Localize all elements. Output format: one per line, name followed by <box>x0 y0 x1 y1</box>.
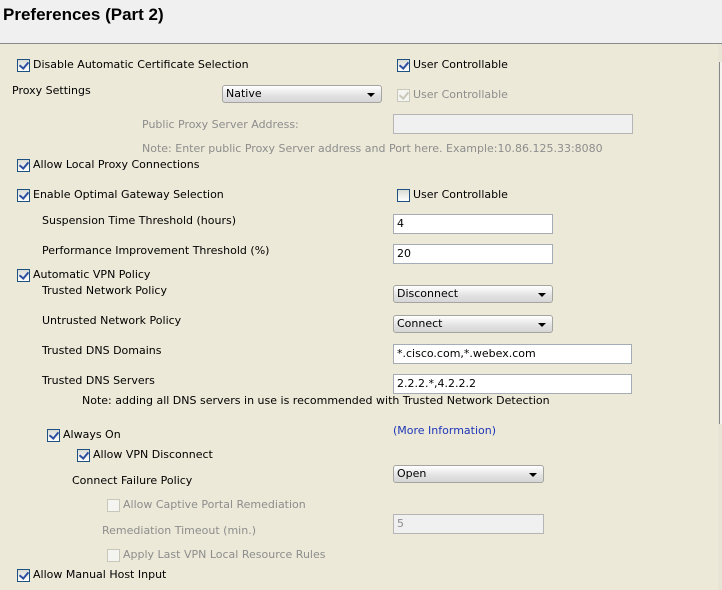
trusted-network-policy-value: Disconnect <box>397 287 459 300</box>
optimal-gateway-user-controllable-label: User Controllable <box>413 188 508 201</box>
connect-failure-policy-label: Connect Failure Policy <box>72 474 193 487</box>
untrusted-network-policy-label: Untrusted Network Policy <box>42 314 182 327</box>
chevron-down-icon <box>538 323 546 327</box>
captive-portal-checkbox[interactable] <box>107 499 120 512</box>
public-proxy-label: Public Proxy Server Address: <box>142 118 299 131</box>
auto-vpn-policy-label: Automatic VPN Policy <box>33 268 151 281</box>
perf-threshold-label: Performance Improvement Threshold (%) <box>42 244 270 257</box>
trusted-dns-servers-input[interactable]: 2.2.2.*,4.2.2.2 <box>393 374 632 394</box>
chevron-down-icon <box>529 473 537 477</box>
trusted-dns-domains-label: Trusted DNS Domains <box>42 344 162 357</box>
suspension-time-label: Suspension Time Threshold (hours) <box>42 214 237 227</box>
apply-last-vpn-checkbox[interactable] <box>107 549 120 562</box>
connect-failure-policy-select[interactable]: Open <box>393 465 544 483</box>
apply-last-vpn-label: Apply Last VPN Local Resource Rules <box>123 548 326 561</box>
dns-note: Note: adding all DNS servers in use is r… <box>82 394 550 407</box>
always-on-label: Always On <box>63 428 121 441</box>
proxy-settings-value: Native <box>226 87 262 100</box>
connect-failure-policy-value: Open <box>397 467 427 480</box>
optimal-gateway-checkbox[interactable] <box>17 189 30 202</box>
proxy-settings-label: Proxy Settings <box>12 84 91 97</box>
captive-portal-label: Allow Captive Portal Remediation <box>123 498 306 511</box>
more-information-link[interactable]: (More Information) <box>393 424 496 438</box>
suspension-time-input[interactable]: 4 <box>393 214 553 234</box>
optimal-gateway-user-controllable-checkbox[interactable] <box>397 189 410 202</box>
trusted-dns-servers-label: Trusted DNS Servers <box>42 374 155 387</box>
remediation-timeout-input[interactable]: 5 <box>393 514 544 534</box>
proxy-settings-select[interactable]: Native <box>222 85 382 103</box>
disable-auto-cert-user-controllable-checkbox[interactable] <box>397 59 410 72</box>
allow-vpn-disconnect-checkbox[interactable] <box>77 449 90 462</box>
trusted-network-policy-select[interactable]: Disconnect <box>393 285 553 303</box>
allow-manual-host-checkbox[interactable] <box>17 569 30 582</box>
public-proxy-input[interactable] <box>393 114 633 134</box>
page-title: Preferences (Part 2) <box>3 5 164 24</box>
auto-vpn-policy-checkbox[interactable] <box>17 269 30 282</box>
always-on-checkbox[interactable] <box>47 429 60 442</box>
trusted-network-policy-label: Trusted Network Policy <box>42 284 167 297</box>
untrusted-network-policy-value: Connect <box>397 317 443 330</box>
chevron-down-icon <box>367 93 375 97</box>
allow-local-proxy-label: Allow Local Proxy Connections <box>33 158 200 171</box>
perf-threshold-input[interactable]: 20 <box>393 244 553 264</box>
disable-auto-cert-label: Disable Automatic Certificate Selection <box>33 58 249 71</box>
optimal-gateway-label: Enable Optimal Gateway Selection <box>33 188 224 201</box>
allow-vpn-disconnect-label: Allow VPN Disconnect <box>93 448 213 461</box>
disable-auto-cert-user-controllable-label: User Controllable <box>413 58 508 71</box>
allow-manual-host-label: Allow Manual Host Input <box>33 568 167 581</box>
trusted-dns-domains-input[interactable]: *.cisco.com,*.webex.com <box>393 344 632 364</box>
disable-auto-cert-checkbox[interactable] <box>17 59 30 72</box>
allow-local-proxy-checkbox[interactable] <box>17 159 30 172</box>
proxy-note: Note: Enter public Proxy Server address … <box>142 142 603 155</box>
proxy-user-controllable-checkbox[interactable] <box>397 89 410 102</box>
untrusted-network-policy-select[interactable]: Connect <box>393 315 553 333</box>
header: Preferences (Part 2) <box>0 0 722 44</box>
chevron-down-icon <box>538 293 546 297</box>
remediation-timeout-label: Remediation Timeout (min.) <box>102 524 256 537</box>
proxy-user-controllable-label: User Controllable <box>413 88 508 101</box>
